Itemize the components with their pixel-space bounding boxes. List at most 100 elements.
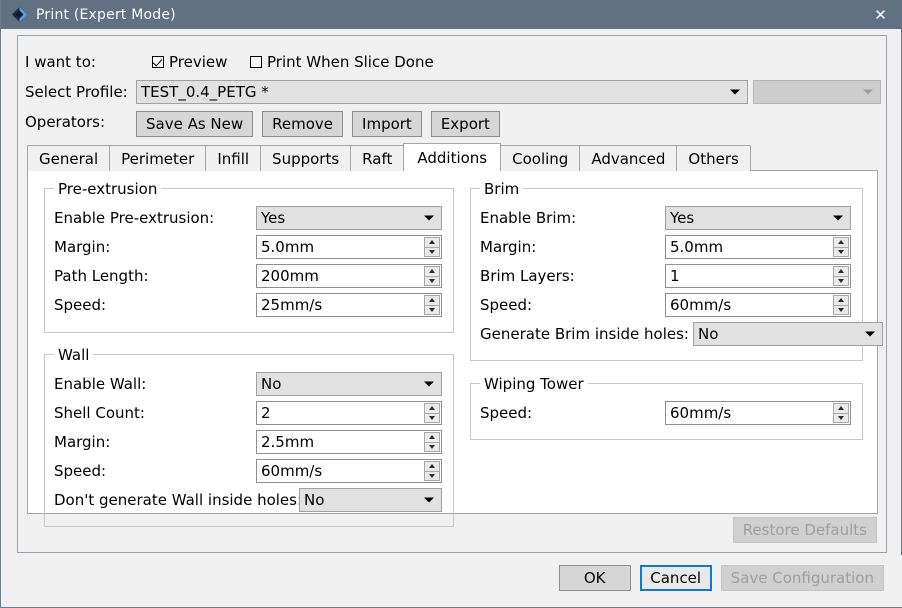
stepper-down-icon[interactable] xyxy=(424,247,440,257)
profile-select[interactable]: TEST_0.4_PETG * xyxy=(136,80,748,104)
enable-brim-select[interactable]: Yes xyxy=(665,206,851,230)
brim-speed-value: 60mm/s xyxy=(670,296,732,314)
tab-infill[interactable]: Infill xyxy=(205,145,262,171)
stepper-down-icon[interactable] xyxy=(424,305,440,315)
no-wall-inside-holes-row: Don't generate Wall inside holes: No xyxy=(45,488,453,512)
stepper-up-icon[interactable] xyxy=(833,237,849,248)
stepper-up-icon[interactable] xyxy=(424,237,440,248)
brim-margin-stepper[interactable]: 5.0mm xyxy=(665,235,851,259)
stepper-down-icon[interactable] xyxy=(833,276,849,286)
tab-raft[interactable]: Raft xyxy=(350,145,405,171)
stepper-buttons[interactable] xyxy=(424,295,440,315)
stepper-down-icon[interactable] xyxy=(424,276,440,286)
tab-supports[interactable]: Supports xyxy=(260,145,352,171)
stepper-up-icon[interactable] xyxy=(833,295,849,306)
print-when-slice-done-checkbox-box[interactable] xyxy=(250,56,262,68)
stepper-up-icon[interactable] xyxy=(424,432,440,443)
enable-wall-label: Enable Wall: xyxy=(54,375,147,393)
import-button[interactable]: Import xyxy=(352,111,422,137)
stepper-buttons[interactable] xyxy=(424,237,440,257)
save-as-new-button[interactable]: Save As New xyxy=(136,111,254,137)
remove-button[interactable]: Remove xyxy=(262,111,344,137)
tab-additions[interactable]: Additions xyxy=(403,143,502,171)
pre-extrusion-speed-label: Speed: xyxy=(54,296,107,314)
tab-others[interactable]: Others xyxy=(676,145,751,171)
pre-extrusion-path-length-value: 200mm xyxy=(261,267,319,285)
stepper-buttons[interactable] xyxy=(424,266,440,286)
stepper-buttons[interactable] xyxy=(424,461,440,481)
enable-pre-extrusion-value: Yes xyxy=(261,209,286,227)
export-button[interactable]: Export xyxy=(430,111,500,137)
stepper-up-icon[interactable] xyxy=(833,266,849,277)
cancel-button[interactable]: Cancel xyxy=(639,565,712,591)
print-when-slice-done-checkbox[interactable]: Print When Slice Done xyxy=(250,53,434,71)
wiping-tower-group: Wiping Tower Speed: 60mm/s xyxy=(470,375,863,440)
stepper-buttons[interactable] xyxy=(833,403,849,423)
preview-checkbox[interactable]: Preview xyxy=(152,53,227,71)
enable-brim-value: Yes xyxy=(670,209,695,227)
generate-brim-inside-holes-select[interactable]: No xyxy=(693,322,883,346)
stepper-up-icon[interactable] xyxy=(424,295,440,306)
stepper-down-icon[interactable] xyxy=(833,247,849,257)
stepper-down-icon[interactable] xyxy=(424,471,440,481)
chevron-down-icon xyxy=(424,215,434,221)
generate-brim-inside-holes-value: No xyxy=(698,325,719,343)
chevron-down-icon xyxy=(730,89,740,95)
wall-group: Wall Enable Wall: No Shell Count: 2 Marg… xyxy=(44,346,454,527)
chevron-down-icon xyxy=(833,215,843,221)
stepper-buttons[interactable] xyxy=(424,403,440,423)
preview-checkbox-box[interactable] xyxy=(152,56,164,68)
window-title: Print (Expert Mode) xyxy=(36,6,176,23)
stepper-down-icon[interactable] xyxy=(833,305,849,315)
enable-pre-extrusion-select[interactable]: Yes xyxy=(256,206,442,230)
brim-layers-stepper[interactable]: 1 xyxy=(665,264,851,288)
close-icon[interactable]: ✕ xyxy=(858,0,902,29)
pre-extrusion-speed-value: 25mm/s xyxy=(261,296,323,314)
stepper-up-icon[interactable] xyxy=(833,403,849,414)
brim-speed-stepper[interactable]: 60mm/s xyxy=(665,293,851,317)
wiping-tower-speed-label: Speed: xyxy=(480,404,533,422)
chevron-down-icon xyxy=(424,497,434,503)
chevron-down-icon xyxy=(863,89,873,95)
stepper-up-icon[interactable] xyxy=(424,403,440,414)
save-configuration-button[interactable]: Save Configuration xyxy=(720,565,884,591)
pre-extrusion-path-length-stepper[interactable]: 200mm xyxy=(256,264,442,288)
stepper-buttons[interactable] xyxy=(833,266,849,286)
enable-wall-select[interactable]: No xyxy=(256,372,442,396)
select-profile-row: Select Profile: xyxy=(25,83,128,102)
dialog-footer: OK Cancel Save Configuration xyxy=(1,555,902,607)
pre-extrusion-group: Pre-extrusion Enable Pre-extrusion: Yes … xyxy=(44,180,454,333)
generate-brim-inside-holes-row: Generate Brim inside holes: No xyxy=(471,322,883,346)
restore-defaults-button[interactable]: Restore Defaults xyxy=(732,517,877,543)
brim-layers-value: 1 xyxy=(670,267,680,285)
wall-speed-stepper[interactable]: 60mm/s xyxy=(256,459,442,483)
stepper-down-icon[interactable] xyxy=(833,413,849,423)
stepper-down-icon[interactable] xyxy=(424,413,440,423)
brim-margin-value: 5.0mm xyxy=(670,238,724,256)
tab-advanced[interactable]: Advanced xyxy=(579,145,678,171)
wall-margin-stepper[interactable]: 2.5mm xyxy=(256,430,442,454)
print-when-slice-done-checkbox-label: Print When Slice Done xyxy=(267,53,434,71)
tab-cooling[interactable]: Cooling xyxy=(500,145,581,171)
ok-button[interactable]: OK xyxy=(558,565,631,591)
tab-general[interactable]: General xyxy=(27,145,111,171)
tab-perimeter[interactable]: Perimeter xyxy=(109,145,207,171)
pre-extrusion-margin-stepper[interactable]: 5.0mm xyxy=(256,235,442,259)
stepper-buttons[interactable] xyxy=(833,237,849,257)
brim-speed-label: Speed: xyxy=(480,296,533,314)
wiping-tower-speed-stepper[interactable]: 60mm/s xyxy=(665,401,851,425)
wiping-tower-legend: Wiping Tower xyxy=(480,375,588,393)
stepper-up-icon[interactable] xyxy=(424,266,440,277)
wiping-tower-speed-row: Speed: 60mm/s xyxy=(471,401,862,425)
brim-group: Brim Enable Brim: Yes Margin: 5.0mm Brim… xyxy=(470,180,883,361)
secondary-select[interactable] xyxy=(753,80,881,104)
tab-bar: General Perimeter Infill Supports Raft A… xyxy=(27,143,751,171)
pre-extrusion-speed-stepper[interactable]: 25mm/s xyxy=(256,293,442,317)
chevron-down-icon xyxy=(865,331,875,337)
stepper-buttons[interactable] xyxy=(424,432,440,452)
wall-shell-count-stepper[interactable]: 2 xyxy=(256,401,442,425)
stepper-buttons[interactable] xyxy=(833,295,849,315)
stepper-up-icon[interactable] xyxy=(424,461,440,472)
stepper-down-icon[interactable] xyxy=(424,442,440,452)
no-wall-inside-holes-select[interactable]: No xyxy=(299,488,442,512)
